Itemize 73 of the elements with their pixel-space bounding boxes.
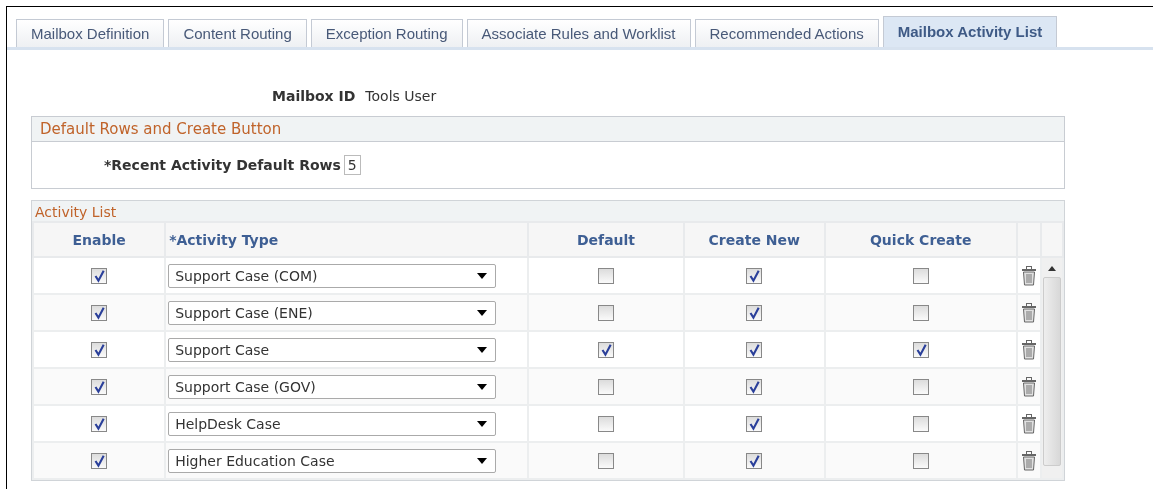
tab[interactable]: Associate Rules and Worklist <box>466 19 691 47</box>
checkbox[interactable] <box>912 416 929 432</box>
tab[interactable]: Content Routing <box>168 19 307 47</box>
checkbox[interactable] <box>746 453 763 469</box>
checkbox[interactable] <box>91 305 108 321</box>
trash-icon[interactable] <box>1020 450 1037 471</box>
field-value: Tools User <box>365 88 437 104</box>
input-field[interactable]: 5 <box>343 155 361 175</box>
tab[interactable]: Exception Routing <box>310 19 463 47</box>
checkbox[interactable] <box>912 342 929 358</box>
caret-icon <box>477 457 488 464</box>
checkmark-icon <box>92 417 107 431</box>
checkbox[interactable] <box>746 305 763 321</box>
checkmark-icon <box>599 343 613 357</box>
checkbox[interactable] <box>598 342 614 358</box>
checkmark-icon <box>92 269 107 283</box>
checkbox[interactable] <box>91 453 108 469</box>
dropdown[interactable]: Higher Education Case <box>168 448 497 473</box>
checkbox[interactable] <box>91 416 108 432</box>
checkbox[interactable] <box>746 268 763 284</box>
checkbox[interactable] <box>598 416 614 432</box>
dropdown[interactable]: Support Case (COM) <box>168 263 497 288</box>
caret-icon <box>477 309 488 316</box>
checkmark-icon <box>747 343 762 357</box>
checkbox[interactable] <box>746 342 763 358</box>
trash-icon[interactable] <box>1020 265 1037 286</box>
column-header: Create New <box>708 231 800 248</box>
grid-title: Activity List <box>34 203 118 221</box>
checkbox[interactable] <box>912 453 929 469</box>
trash-icon[interactable] <box>1020 376 1037 397</box>
checkbox[interactable] <box>91 268 108 284</box>
caret-icon <box>477 383 488 390</box>
caret-icon <box>477 272 488 279</box>
checkbox[interactable] <box>598 453 614 469</box>
field-label: *Recent Activity Default Rows <box>104 157 341 173</box>
checkmark-icon <box>747 269 762 283</box>
trash-icon[interactable] <box>1020 302 1037 323</box>
dropdown[interactable]: Support Case (ENE) <box>168 300 497 325</box>
field-label: Mailbox ID <box>272 88 356 104</box>
scroll-up-icon[interactable] <box>1047 266 1056 271</box>
checkbox[interactable] <box>912 268 929 284</box>
checkmark-icon <box>747 306 762 320</box>
checkbox[interactable] <box>91 342 108 358</box>
column-header: Quick Create <box>869 231 972 248</box>
checkmark-icon <box>747 454 762 468</box>
trash-icon[interactable] <box>1020 339 1037 360</box>
checkmark-icon <box>747 380 762 394</box>
checkbox[interactable] <box>598 379 614 395</box>
section-title: Default Rows and Create Button <box>32 117 1064 142</box>
tab[interactable]: Mailbox Definition <box>16 19 165 47</box>
checkmark-icon <box>747 417 762 431</box>
checkbox[interactable] <box>598 268 614 284</box>
checkmark-icon <box>92 454 107 468</box>
checkbox[interactable] <box>912 305 929 321</box>
column-header: Default <box>576 231 636 248</box>
checkmark-icon <box>92 380 107 394</box>
column-header: *Activity Type <box>169 231 279 248</box>
trash-icon[interactable] <box>1020 413 1037 434</box>
checkbox[interactable] <box>912 379 929 395</box>
checkbox[interactable] <box>746 416 763 432</box>
dropdown[interactable]: Support Case <box>168 337 497 362</box>
checkmark-icon <box>92 306 107 320</box>
checkbox[interactable] <box>598 305 614 321</box>
column-header: Enable <box>72 231 126 248</box>
dropdown[interactable]: HelpDesk Case <box>168 411 497 436</box>
checkmark-icon <box>92 343 107 357</box>
caret-icon <box>477 346 488 353</box>
tab[interactable]: Recommended Actions <box>694 19 879 47</box>
checkbox[interactable] <box>91 379 108 395</box>
tab[interactable]: Mailbox Activity List <box>882 16 1058 47</box>
caret-icon <box>477 420 488 427</box>
dropdown[interactable]: Support Case (GOV) <box>168 374 497 399</box>
checkbox[interactable] <box>746 379 763 395</box>
